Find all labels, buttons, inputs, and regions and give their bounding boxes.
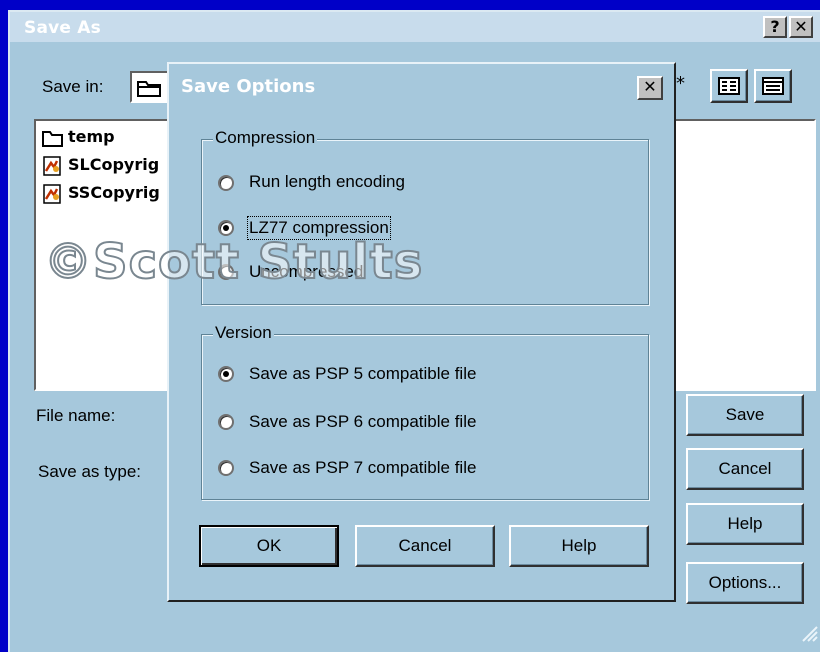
radio-psp6[interactable] xyxy=(218,414,234,430)
new-folder-icon[interactable]: * xyxy=(676,73,685,94)
close-icon: ✕ xyxy=(643,77,657,96)
folder-icon xyxy=(42,131,63,147)
radio-label-psp6[interactable]: Save as PSP 6 compatible file xyxy=(249,412,476,432)
close-options-button[interactable]: ✕ xyxy=(637,76,663,100)
file-name: temp xyxy=(68,127,115,146)
options-button[interactable]: Options... xyxy=(686,562,804,604)
resize-grip-icon[interactable] xyxy=(798,622,818,642)
radio-label-psp5[interactable]: Save as PSP 5 compatible file xyxy=(249,364,476,384)
image-file-icon xyxy=(43,184,61,204)
folder-icon xyxy=(137,81,161,97)
close-title-button[interactable]: ✕ xyxy=(789,16,813,38)
save-button[interactable]: Save xyxy=(686,394,804,436)
options-cancel-button[interactable]: Cancel xyxy=(355,525,495,567)
copyright-watermark: ©Scott Stults xyxy=(43,233,424,291)
radio-run-length[interactable] xyxy=(218,175,234,191)
details-view-button[interactable] xyxy=(754,69,792,103)
list-item[interactable]: SSCopyrig xyxy=(42,183,160,204)
list-item[interactable]: SLCopyrig xyxy=(42,155,160,176)
version-group-title: Version xyxy=(213,323,274,343)
save-in-label: Save in: xyxy=(42,77,104,96)
save-options-dialog: Save Options ✕ Compression Run length en… xyxy=(167,62,676,602)
help-button[interactable]: Help xyxy=(686,503,804,545)
radio-psp5[interactable] xyxy=(218,366,234,382)
details-view-icon xyxy=(762,77,784,95)
file-name-label: File name: xyxy=(36,406,116,425)
image-file-icon xyxy=(43,156,61,176)
radio-label-run-length[interactable]: Run length encoding xyxy=(249,172,405,192)
save-options-title-bar[interactable]: Save Options ✕ xyxy=(171,66,672,108)
save-as-title-bar[interactable]: Save As ? ✕ xyxy=(10,12,820,42)
compression-group-title: Compression xyxy=(213,128,318,148)
help-title-button[interactable]: ? xyxy=(763,16,787,38)
radio-label-psp7[interactable]: Save as PSP 7 compatible file xyxy=(249,458,476,478)
ok-button[interactable]: OK xyxy=(199,525,339,567)
save-as-title: Save As xyxy=(24,18,101,38)
file-name: SSCopyrig xyxy=(68,183,160,202)
options-help-button[interactable]: Help xyxy=(509,525,649,567)
close-icon: ✕ xyxy=(794,17,808,36)
save-options-title: Save Options xyxy=(181,76,316,97)
file-name: SLCopyrig xyxy=(68,155,160,174)
radio-psp7[interactable] xyxy=(218,460,234,476)
cancel-button[interactable]: Cancel xyxy=(686,448,804,490)
save-as-type-label: Save as type: xyxy=(38,462,142,481)
list-item[interactable]: temp xyxy=(42,127,115,147)
list-view-button[interactable] xyxy=(710,69,748,103)
list-view-icon xyxy=(718,77,740,95)
